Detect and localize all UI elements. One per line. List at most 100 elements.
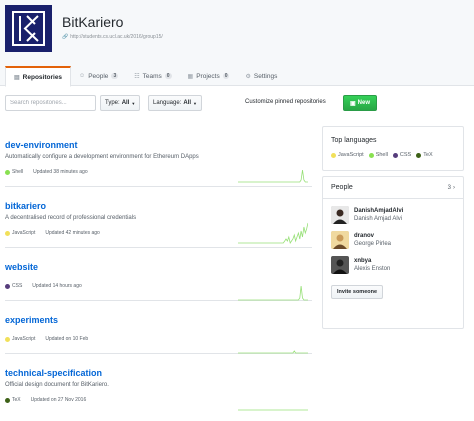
language-filter-select[interactable]: Language: All ▼ (148, 95, 203, 111)
member-info: dranov George Pirlea (354, 233, 391, 247)
people-count: 3 (447, 184, 451, 191)
top-language-name: TeX (423, 152, 433, 158)
language-color-dot (5, 336, 10, 342)
avatar[interactable] (331, 256, 349, 274)
member-info: xnbya Alexis Enston (354, 258, 390, 272)
list-item: dev-environment Automatically configure … (5, 140, 312, 187)
org-title: BitKariero (62, 14, 124, 30)
language-color-dot (416, 152, 422, 158)
top-language-name: CSS (399, 152, 412, 158)
tab-label: Settings (253, 72, 278, 80)
tab-people[interactable]: ☺ People 3 (71, 66, 126, 86)
sidebar: Top languages JavaScript Shell CSS TeX P… (322, 126, 464, 329)
search-repositories-input[interactable] (5, 95, 96, 111)
tab-label: People (88, 72, 109, 80)
tab-label: Projects (196, 72, 220, 80)
activity-sparkline (238, 285, 308, 301)
person-icon: ☺ (79, 73, 86, 79)
repo-name-link[interactable]: dev-environment (5, 140, 312, 150)
repo-updated: Updated 38 minutes ago (33, 169, 88, 175)
org-logo (5, 5, 52, 52)
list-item: experiments JavaScript Updated on 10 Feb (5, 315, 312, 354)
member-fullname: Alexis Enston (354, 266, 391, 272)
language-color-dot (392, 152, 398, 158)
avatar[interactable] (331, 206, 349, 224)
repo-language-name: JavaScript (12, 230, 36, 236)
repo-language: Shell (5, 169, 23, 175)
member-fullname: George Pirlea (354, 241, 392, 247)
top-language-item[interactable]: TeX (416, 152, 433, 158)
tab-count: 0 (164, 73, 172, 79)
top-languages-title: Top languages (331, 137, 377, 144)
repo-toolbar: Type: All ▼ Language: All ▼ Customize pi… (5, 95, 464, 111)
invite-someone-button[interactable]: Invite someone (331, 285, 384, 299)
repo-icon: ▤ (14, 74, 20, 81)
team-icon: ☷ (134, 73, 140, 80)
org-website-url[interactable]: http://students.cs.ucl.ac.uk/2016/group1… (70, 34, 163, 40)
tab-label: Teams (142, 72, 162, 80)
sparkline-path (238, 350, 308, 354)
top-language-item[interactable]: JavaScript (331, 152, 364, 158)
top-languages-list: JavaScript Shell CSS TeX (331, 152, 455, 158)
people-box: People 3 › DanishAmjadAlvi Danish Amjad … (322, 176, 464, 329)
repository-list: dev-environment Automatically configure … (5, 126, 312, 414)
customize-pinned-link[interactable]: Customize pinned repositories (245, 99, 326, 105)
member-login[interactable]: dranov (354, 233, 391, 239)
member-item[interactable]: xnbya Alexis Enston (331, 256, 455, 274)
activity-sparkline (238, 409, 308, 411)
list-item: website CSS Updated 14 hours ago (5, 262, 312, 301)
new-repository-button[interactable]: ▣ New (343, 95, 377, 111)
tab-count: 0 (222, 73, 230, 79)
gear-icon: ⚙ (245, 73, 251, 80)
avatar[interactable] (331, 231, 349, 249)
language-filter-value: All (183, 100, 192, 106)
list-item: technical-specification Official design … (5, 368, 312, 411)
people-count-link[interactable]: 3 › (448, 185, 455, 191)
people-header: People 3 › (323, 177, 463, 199)
repo-language-name: TeX (12, 397, 21, 403)
org-nav-tabs: ▤ Repositories ☺ People 3 ☷ Teams 0 ▦ Pr… (5, 66, 285, 87)
repo-language-name: JavaScript (12, 336, 36, 342)
repo-name-link[interactable]: technical-specification (5, 368, 312, 378)
sparkline-path (238, 169, 308, 183)
org-header: BitKariero 🔗 http://students.cs.ucl.ac.u… (0, 0, 474, 87)
link-icon: 🔗 (62, 34, 69, 40)
repo-updated: Updated 42 minutes ago (45, 230, 100, 236)
type-filter-select[interactable]: Type: All ▼ (100, 95, 141, 111)
member-item[interactable]: DanishAmjadAlvi Danish Amjad Alvi (331, 206, 455, 224)
project-icon: ▦ (187, 73, 194, 80)
member-fullname: Danish Amjad Alvi (354, 216, 403, 222)
repo-updated: Updated on 10 Feb (45, 336, 89, 342)
tab-count: 3 (111, 73, 119, 79)
tab-projects[interactable]: ▦ Projects 0 (180, 66, 238, 86)
repo-updated: Updated on 27 Nov 2016 (30, 397, 87, 403)
language-filter-label: Language: (153, 100, 182, 106)
tab-teams[interactable]: ☷ Teams 0 (126, 66, 179, 86)
member-login[interactable]: DanishAmjadAlvi (354, 208, 403, 214)
top-languages-box: Top languages JavaScript Shell CSS TeX (322, 126, 464, 171)
top-language-item[interactable]: Shell (368, 152, 388, 158)
chevron-right-icon: › (453, 184, 455, 191)
tab-label: Repositories (22, 73, 63, 81)
repo-name-link[interactable]: website (5, 262, 312, 272)
language-color-dot (5, 230, 10, 236)
member-info: DanishAmjadAlvi Danish Amjad Alvi (354, 208, 403, 222)
repo-name-link[interactable]: bitkariero (5, 201, 312, 211)
top-language-item[interactable]: CSS (392, 152, 412, 158)
language-color-dot (5, 169, 10, 175)
language-color-dot (5, 283, 10, 289)
member-login[interactable]: xnbya (354, 258, 390, 264)
repo-language: JavaScript (5, 336, 35, 342)
language-color-dot (5, 397, 10, 403)
repo-language: TeX (5, 397, 21, 403)
people-title: People (331, 184, 353, 191)
tab-settings[interactable]: ⚙ Settings (237, 66, 285, 86)
activity-sparkline (238, 350, 308, 354)
org-website-link[interactable]: 🔗 http://students.cs.ucl.ac.uk/2016/grou… (62, 34, 163, 40)
repo-language-name: CSS (12, 283, 23, 289)
member-item[interactable]: dranov George Pirlea (331, 231, 455, 249)
repo-name-link[interactable]: experiments (5, 315, 312, 325)
activity-sparkline (238, 222, 308, 245)
caret-down-icon: ▼ (193, 100, 198, 106)
tab-repositories[interactable]: ▤ Repositories (5, 66, 72, 87)
